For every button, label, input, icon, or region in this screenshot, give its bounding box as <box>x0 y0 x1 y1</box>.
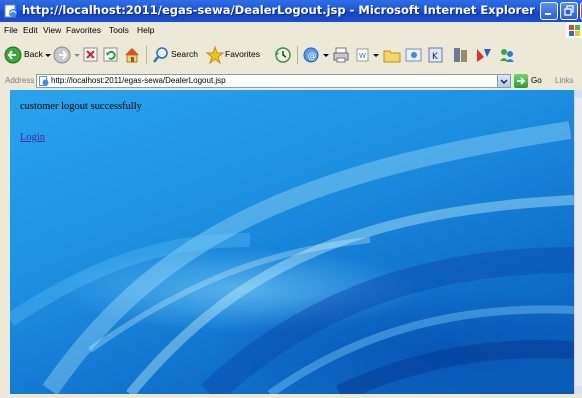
k-tool-icon[interactable]: K <box>428 45 444 65</box>
stop-icon[interactable] <box>83 45 99 65</box>
page-content: customer logout successfully Login <box>10 90 574 394</box>
standard-toolbar: Back Search Favorites @ W K <box>0 38 582 73</box>
forward-dropdown-icon[interactable] <box>73 45 81 65</box>
window-title: http://localhost:2011/egas-sewa/DealerLo… <box>22 3 535 17</box>
menu-tools[interactable]: Tools <box>109 25 129 35</box>
messenger-buddies-icon[interactable] <box>498 45 516 65</box>
research-icon[interactable] <box>452 45 470 65</box>
search-icon[interactable] <box>152 45 170 65</box>
window-frame-left <box>0 90 10 398</box>
minimize-button[interactable] <box>540 2 558 20</box>
addon-red-icon[interactable] <box>475 45 493 65</box>
logout-message: customer logout successfully <box>20 101 142 112</box>
refresh-icon[interactable] <box>103 45 119 65</box>
menu-file[interactable]: File <box>4 25 18 35</box>
maximize-button[interactable] <box>560 2 578 20</box>
mail-dropdown-icon[interactable] <box>322 45 330 65</box>
scroll-down-arrow-icon[interactable] <box>575 386 582 394</box>
address-bar: Address http://localhost:2011/egas-sewa/… <box>0 72 582 91</box>
search-label[interactable]: Search <box>171 49 198 59</box>
edit-dropdown-icon[interactable] <box>372 45 380 65</box>
title-bar: http://localhost:2011/egas-sewa/DealerLo… <box>0 0 582 22</box>
favorites-label[interactable]: Favorites <box>225 49 260 59</box>
address-url: http://localhost:2011/egas-sewa/DealerLo… <box>51 76 226 85</box>
menu-help[interactable]: Help <box>137 25 154 35</box>
forward-arrow-icon[interactable] <box>53 45 71 65</box>
windows-logo-icon <box>566 22 582 38</box>
toolbar-separator <box>146 46 147 64</box>
history-icon[interactable] <box>274 45 292 65</box>
back-dropdown-icon[interactable] <box>44 45 52 65</box>
svg-text:W: W <box>359 52 366 60</box>
folder-icon[interactable] <box>383 45 401 65</box>
back-label[interactable]: Back <box>24 49 43 59</box>
login-link[interactable]: Login <box>20 132 45 143</box>
toolbar-separator <box>297 46 298 64</box>
minimize-icon <box>545 13 551 15</box>
edit-icon[interactable]: W <box>355 45 371 65</box>
address-input[interactable]: http://localhost:2011/egas-sewa/DealerLo… <box>36 74 511 88</box>
menu-view[interactable]: View <box>43 25 61 35</box>
menu-favorites[interactable]: Favorites <box>66 25 101 35</box>
status-bar <box>0 394 582 398</box>
address-label: Address <box>5 76 35 85</box>
go-arrow-icon[interactable] <box>514 74 528 88</box>
home-icon[interactable] <box>123 45 141 65</box>
print-icon[interactable] <box>332 45 350 65</box>
scroll-up-arrow-icon[interactable] <box>575 90 582 98</box>
messenger-icon[interactable] <box>405 45 423 65</box>
restore-icon <box>564 5 574 16</box>
ie-page-icon <box>4 4 17 18</box>
back-arrow-icon[interactable] <box>4 45 22 65</box>
address-dropdown-icon[interactable] <box>497 75 510 87</box>
mail-icon[interactable]: @ <box>302 45 320 65</box>
vertical-scrollbar[interactable] <box>574 90 582 394</box>
go-button[interactable]: Go <box>531 76 542 85</box>
links-label[interactable]: Links <box>555 76 574 85</box>
menu-edit[interactable]: Edit <box>23 25 38 35</box>
page-icon <box>39 76 49 86</box>
menu-bar: File Edit View Favorites Tools Help <box>0 22 582 39</box>
svg-text:@: @ <box>308 52 317 62</box>
favorites-star-icon[interactable] <box>206 45 224 65</box>
wallpaper-waves <box>10 121 574 394</box>
browser-window: http://localhost:2011/egas-sewa/DealerLo… <box>0 0 582 398</box>
